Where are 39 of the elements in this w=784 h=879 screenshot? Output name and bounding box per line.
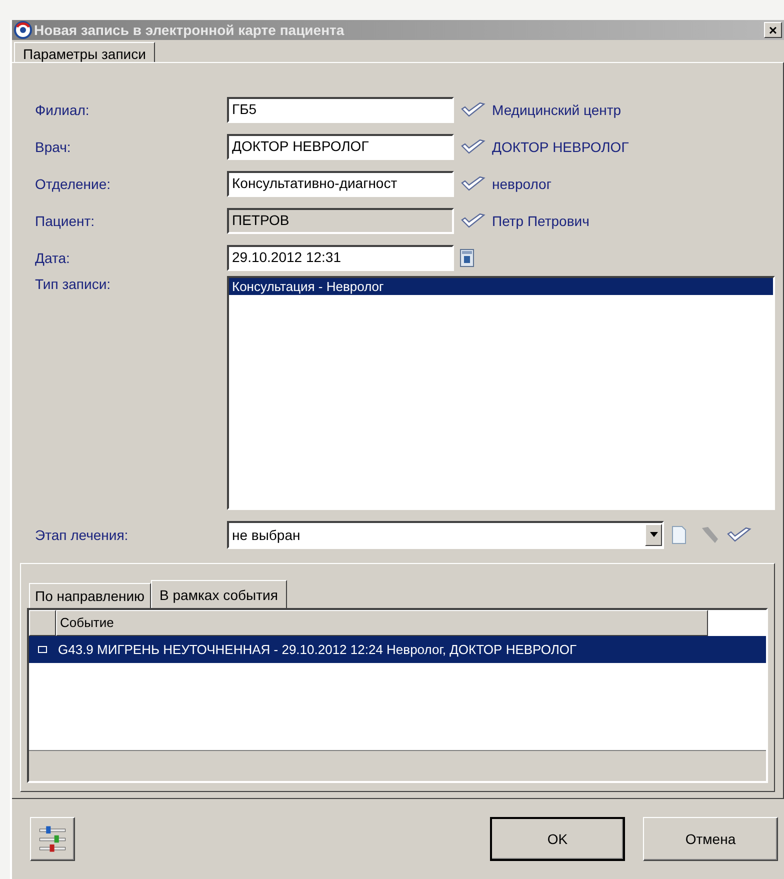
field-label: Пациент:: [35, 212, 96, 228]
row-marker-icon: [38, 646, 46, 653]
field-label: Дата:: [35, 250, 71, 266]
sliders-icon: [37, 823, 68, 855]
checkmark-icon[interactable]: [460, 174, 486, 192]
tab[interactable]: Параметры записи: [14, 42, 155, 62]
field-label: Этап лечения:: [35, 526, 130, 542]
field-label: Отделение:: [35, 176, 112, 192]
table-cell-text: G43.9 МИГРЕНЬ НЕУТОЧНЕННАЯ - 29.10.2012 12:24 Невролог, ДОКТОР НЕВРОЛОГ: [57, 642, 577, 657]
field-label: Филиал:: [35, 102, 90, 118]
checkmark-icon[interactable]: [726, 526, 752, 544]
checkmark-icon[interactable]: [460, 212, 486, 230]
lookup-value: невролог: [492, 176, 552, 192]
settings-button[interactable]: [30, 817, 75, 861]
dropdown-button[interactable]: [645, 524, 662, 546]
input-field[interactable]: ГБ5: [227, 96, 454, 122]
stage-dropdown[interactable]: не выбран: [227, 520, 664, 548]
lookup-value: ДОКТОР НЕВРОЛОГ: [492, 138, 629, 154]
checkmark-icon[interactable]: [460, 100, 486, 118]
record-type-list[interactable]: Консультация - Невролог: [227, 276, 775, 510]
checkmark-icon[interactable]: [460, 138, 486, 156]
window-title: Новая запись в электронной карте пациента: [34, 22, 346, 38]
table-row[interactable]: G43.9 МИГРЕНЬ НЕУТОЧНЕННАЯ - 29.10.2012 12:24 Невролог, ДОКТОР НЕВРОЛОГ: [29, 636, 766, 663]
input-field[interactable]: 29.10.2012 12:31: [227, 244, 454, 270]
tab[interactable]: По направлению: [29, 583, 151, 608]
input-field[interactable]: ДОКТОР НЕВРОЛОГ: [227, 134, 454, 160]
field-label: Врач:: [35, 138, 72, 154]
close-button[interactable]: ×: [764, 22, 782, 38]
column-header[interactable]: Событие: [56, 610, 708, 636]
ok-button[interactable]: OK: [490, 817, 625, 861]
lookup-value: Медицинский центр: [492, 102, 622, 118]
caret-icon: [650, 532, 658, 537]
lookup-value: Петр Петрович: [492, 212, 590, 228]
field-label: Тип записи:: [35, 276, 112, 292]
input-field[interactable]: Консультативно-диагност: [227, 170, 454, 196]
calendar-icon[interactable]: [460, 248, 474, 266]
tab[interactable]: В рамках события: [150, 580, 287, 609]
list-item[interactable]: Консультация - Невролог: [229, 278, 773, 295]
cancel-button[interactable]: Отмена: [643, 817, 778, 861]
